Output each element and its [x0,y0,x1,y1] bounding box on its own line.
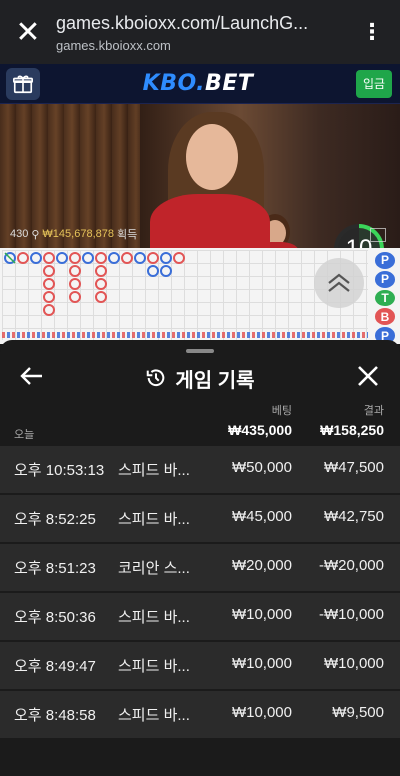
scoreboard-road: P P T B P [0,248,400,344]
column-headers: 베팅 결과 [0,402,400,418]
row-game: 스피드 바... [118,707,190,724]
history-icon [147,369,165,387]
row-time: 오후 8:50:36 [14,609,96,626]
column-result-header: 결과 [363,405,384,417]
fullscreen-icon[interactable] [370,228,386,242]
close-icon[interactable] [356,364,380,388]
close-tab-icon[interactable]: ✕ [0,0,56,64]
row-bet: ₩45,000 [231,508,292,525]
row-result: ₩10,000 [323,655,384,672]
row-result: ₩42,750 [323,508,384,525]
column-bet-header: 베팅 [271,405,292,417]
sheet-title: 게임 기록 [175,369,255,392]
row-bet: ₩10,000 [231,655,292,672]
row-game: 스피드 바... [118,462,190,479]
history-row[interactable]: 오후 8:48:58 스피드 바... ₩10,000 ₩9,500 [0,691,400,738]
big-road-strip [2,332,368,338]
player-count: 430 [10,228,29,240]
side-badge: P [375,270,395,288]
row-bet: ₩50,000 [231,459,292,476]
row-game: 스피드 바... [118,609,190,626]
row-result: ₩47,500 [323,459,384,476]
side-badge: T [375,289,395,307]
history-row[interactable]: 오후 8:51:23 코리안 스... ₩20,000 -₩20,000 [0,544,400,591]
row-game: 스피드 바... [118,658,190,675]
row-bet: ₩20,000 [231,557,292,574]
row-game: 코리안 스... [118,560,190,577]
gift-icon [13,75,33,93]
url-box[interactable]: games.kboioxx.com/LaunchG... games.kboio… [56,11,344,53]
row-result: -₩10,000 [318,606,384,623]
row-result: ₩9,500 [332,704,384,721]
history-row[interactable]: 오후 10:53:13 스피드 바... ₩50,000 ₩47,500 [0,446,400,493]
today-result-total: ₩158,250 [320,422,384,438]
chevron-up-icon [328,273,350,292]
today-summary: 오늘 ₩435,000 ₩158,250 [0,420,400,442]
winner-label: 획득 [116,229,138,241]
road-markers [4,252,185,316]
side-badge: B [375,308,395,326]
side-badge: P [375,252,395,269]
row-time: 오후 10:53:13 [14,462,105,479]
site-header: KBO.BET 입금 [0,64,400,104]
sheet-drag-handle[interactable] [186,349,214,353]
history-list: 오후 10:53:13 스피드 바... ₩50,000 ₩47,500 오후 … [0,446,400,740]
row-bet: ₩10,000 [231,606,292,623]
more-options-icon[interactable]: ⋮ [344,0,400,64]
row-game: 스피드 바... [118,511,190,528]
gift-button[interactable] [6,67,40,100]
row-bet: ₩10,000 [231,704,292,721]
row-time: 오후 8:52:25 [14,511,96,528]
today-bet-total: ₩435,000 [228,422,292,438]
row-result: -₩20,000 [318,557,384,574]
dealer-body [150,194,270,248]
deposit-button[interactable]: 입금 [356,69,392,98]
logo-bet: BET [205,71,254,96]
row-time: 오후 8:49:47 [14,658,96,675]
page-domain: games.kboioxx.com [56,38,171,53]
logo-kbo: KBO. [142,71,206,96]
live-video[interactable]: 10 430 ⚲ ₩145,678,878 획득 [0,104,400,248]
road-grid [2,250,368,340]
page-title: games.kboioxx.com/LaunchG... [56,13,309,33]
user-icon: ⚲ [31,228,40,241]
site-logo[interactable]: KBO.BET [143,71,254,96]
history-row[interactable]: 오후 8:50:36 스피드 바... ₩10,000 -₩10,000 [0,593,400,640]
browser-toolbar: ✕ games.kboioxx.com/LaunchG... games.kbo… [0,0,400,64]
history-row[interactable]: 오후 8:52:25 스피드 바... ₩45,000 ₩42,750 [0,495,400,542]
game-history-sheet: 게임 기록 베팅 결과 오늘 ₩435,000 ₩158,250 오후 10:5… [0,340,400,776]
sheet-header: 게임 기록 [0,358,400,398]
history-row[interactable]: 오후 8:49:47 스피드 바... ₩10,000 ₩10,000 [0,642,400,689]
row-time: 오후 8:48:58 [14,707,96,724]
today-label: 오늘 [14,429,35,441]
dealer-face [186,124,238,190]
row-time: 오후 8:51:23 [14,560,96,577]
road-side-legend: P P T B P [370,248,400,344]
total-bet: ₩145,678,878 [42,228,114,240]
expand-board-button[interactable] [314,258,364,308]
bet-stats: 430 ⚲ ₩145,678,878 획득 [10,226,137,242]
